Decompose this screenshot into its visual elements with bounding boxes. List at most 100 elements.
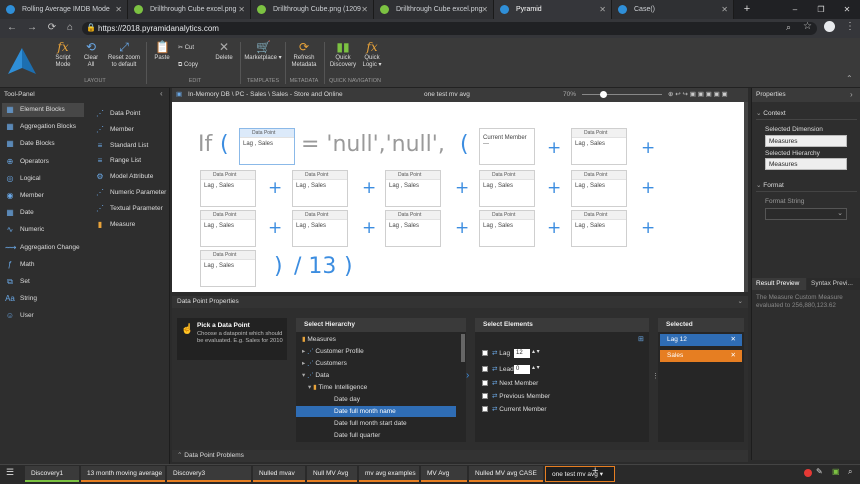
- copy-button[interactable]: ⧉ Copy: [178, 62, 198, 69]
- close-icon[interactable]: ✕: [721, 0, 728, 19]
- cut-button[interactable]: ✂ Cut: [178, 44, 194, 51]
- chevron-right-icon[interactable]: ›: [466, 370, 469, 381]
- hierarchy-item[interactable]: Date full quarter: [296, 430, 456, 441]
- tool-item-set[interactable]: ⧉ Set: [2, 275, 84, 289]
- tool-item-model-attribute[interactable]: ⚙ Model Attribute: [92, 170, 168, 184]
- filter-icon[interactable]: ⊞: [638, 335, 644, 343]
- tool-item-aggregation-change[interactable]: ⟿ Aggregation Change: [2, 241, 84, 255]
- tool-item-logical[interactable]: ◎ Logical: [2, 172, 84, 186]
- data-point-problems-bar[interactable]: ⌃ Data Point Problems: [172, 450, 748, 462]
- data-point-block[interactable]: Data Point Lag , Sales: [479, 170, 535, 207]
- data-point-block[interactable]: Data Point Lag , Sales: [200, 210, 256, 247]
- zoom-slider-handle[interactable]: [600, 91, 607, 98]
- task-tab[interactable]: MV Avg: [421, 466, 467, 482]
- task-tab[interactable]: mv avg examples: [359, 466, 419, 482]
- format-string-select[interactable]: ⌄: [765, 208, 847, 220]
- tab-syntax-preview[interactable]: Syntax Previ...: [807, 278, 860, 290]
- discovery-icon[interactable]: ▣: [832, 467, 840, 476]
- browser-tab[interactable]: Drillthrough Cube excel.png ✕: [374, 0, 494, 19]
- checkbox-checked[interactable]: [482, 350, 488, 357]
- task-tab[interactable]: Null MV Avg: [307, 466, 357, 482]
- menu-icon[interactable]: ☰: [6, 467, 14, 478]
- stepper-icon[interactable]: ▴ ▾: [532, 348, 540, 355]
- avatar[interactable]: [824, 21, 835, 32]
- forward-icon[interactable]: →: [25, 21, 39, 35]
- element-lead[interactable]: ⇄ Lead: [482, 364, 514, 376]
- paste-button[interactable]: 📋 Paste: [151, 40, 173, 62]
- selected-hierarchy-field[interactable]: Measures: [765, 158, 847, 170]
- quick-logic-button[interactable]: fx Quick Logic ▾: [361, 40, 383, 69]
- tool-item-member[interactable]: ◉ Member: [2, 189, 84, 203]
- close-icon[interactable]: ✕: [238, 0, 245, 19]
- collapse-panel-icon[interactable]: ›: [850, 90, 853, 99]
- context-section[interactable]: ⌄ Context: [756, 108, 857, 120]
- checkbox[interactable]: [482, 380, 488, 387]
- quick-discovery-button[interactable]: ▮▮ Quick Discovery: [328, 40, 358, 69]
- browser-tab[interactable]: Drillthrough Cube.png (1209 ✕: [251, 0, 374, 19]
- hierarchy-item[interactable]: Date day: [296, 394, 456, 405]
- close-icon[interactable]: ✕: [481, 0, 488, 19]
- search-icon[interactable]: ⌕: [848, 467, 852, 477]
- chevron-down-icon[interactable]: ▾: [598, 471, 603, 478]
- data-point-block[interactable]: Data Point Lag , Sales: [571, 170, 627, 207]
- format-section[interactable]: ⌄ Format: [756, 180, 857, 192]
- task-tab[interactable]: Nulled MV avg CASE: [469, 466, 543, 482]
- tool-item-date-blocks[interactable]: ▦ Date Blocks: [2, 137, 84, 151]
- tool-item-textual-parameter[interactable]: ⋰ Textual Parameter: [92, 202, 168, 216]
- star-icon[interactable]: ☆: [803, 21, 812, 32]
- data-point-block[interactable]: Data Point Lag , Sales: [200, 170, 256, 207]
- menu-dots-icon[interactable]: ⋮: [845, 21, 855, 32]
- hierarchy-item[interactable]: ▸ ⋰ Customers: [296, 358, 456, 369]
- task-tab[interactable]: Discovery3: [167, 466, 251, 482]
- tool-item-element-blocks[interactable]: ▦ Element Blocks: [2, 103, 84, 117]
- hierarchy-item[interactable]: Date full month start date: [296, 418, 456, 429]
- home-icon[interactable]: ⌂: [63, 21, 77, 35]
- notification-icon[interactable]: [804, 469, 812, 477]
- chevron-down-icon[interactable]: ⌄: [738, 296, 743, 308]
- task-tab[interactable]: Nulled mvav: [253, 466, 305, 482]
- element-previous-member[interactable]: ⇄ Previous Member: [482, 391, 550, 403]
- reload-icon[interactable]: ⟳: [45, 21, 59, 35]
- tool-item-range-list[interactable]: ≡ Range List: [92, 154, 168, 168]
- tool-item-data-point[interactable]: ⋰ Data Point: [92, 107, 168, 121]
- tool-item-math[interactable]: ƒ Math: [2, 258, 84, 272]
- tool-item-numeric[interactable]: ∿ Numeric: [2, 223, 84, 237]
- scrollbar[interactable]: [461, 334, 465, 362]
- data-point-block[interactable]: Data Point Lag , Sales: [292, 210, 348, 247]
- remove-icon[interactable]: ✕: [731, 350, 736, 362]
- data-point-block[interactable]: Data Point Lag , Sales: [200, 250, 256, 287]
- tool-item-measure[interactable]: ▮ Measure: [92, 218, 168, 232]
- maximize-icon[interactable]: ❐: [814, 0, 828, 19]
- checkbox[interactable]: [482, 406, 488, 413]
- zoom-slider[interactable]: [582, 94, 662, 95]
- tool-item-operators[interactable]: ⊕ Operators: [2, 155, 84, 169]
- tab-result-preview[interactable]: Result Preview: [752, 278, 806, 290]
- lead-value-input[interactable]: 0: [514, 365, 530, 374]
- url-field[interactable]: https://2018.pyramidanalytics.com: [82, 22, 817, 35]
- pin-icon[interactable]: ✎: [816, 467, 823, 476]
- selected-item-sales[interactable]: Sales ✕: [660, 350, 742, 362]
- current-member-block[interactable]: Current Member ---: [479, 128, 535, 165]
- browser-tab[interactable]: Drillthrough Cube excel.png ✕: [128, 0, 251, 19]
- reset-zoom-button[interactable]: ⤢ Reset zoom to default: [108, 40, 140, 69]
- task-tab-active[interactable]: one test mv avg ▾: [545, 466, 615, 482]
- lag-value-input[interactable]: 12: [514, 349, 530, 358]
- tool-item-member[interactable]: ⋰ Member: [92, 123, 168, 137]
- hierarchy-item[interactable]: ▮ Measures: [296, 334, 456, 345]
- minimize-icon[interactable]: –: [788, 0, 802, 19]
- collapse-panel-icon[interactable]: ‹: [160, 89, 163, 98]
- new-tab-button[interactable]: +: [740, 0, 754, 19]
- back-icon[interactable]: ←: [5, 21, 19, 35]
- stepper-icon[interactable]: ▴ ▾: [532, 364, 540, 371]
- tool-item-string[interactable]: Aa String: [2, 292, 84, 306]
- element-lag[interactable]: ⇄ Lag: [482, 348, 510, 360]
- close-icon[interactable]: ✕: [115, 0, 122, 19]
- data-point-block[interactable]: Data Point Lag , Sales: [571, 210, 627, 247]
- collapse-ribbon-icon[interactable]: ⌃: [846, 74, 853, 83]
- browser-tab-active[interactable]: Pyramid ✕: [494, 0, 612, 19]
- scrollbar[interactable]: [744, 102, 748, 292]
- element-next-member[interactable]: ⇄ Next Member: [482, 378, 538, 390]
- formula-canvas[interactable]: If ( Data Point Lag , Sales = 'null','nul…: [172, 102, 744, 292]
- task-tab[interactable]: Discovery1: [25, 466, 79, 482]
- hierarchy-item[interactable]: Date full month name: [296, 406, 456, 417]
